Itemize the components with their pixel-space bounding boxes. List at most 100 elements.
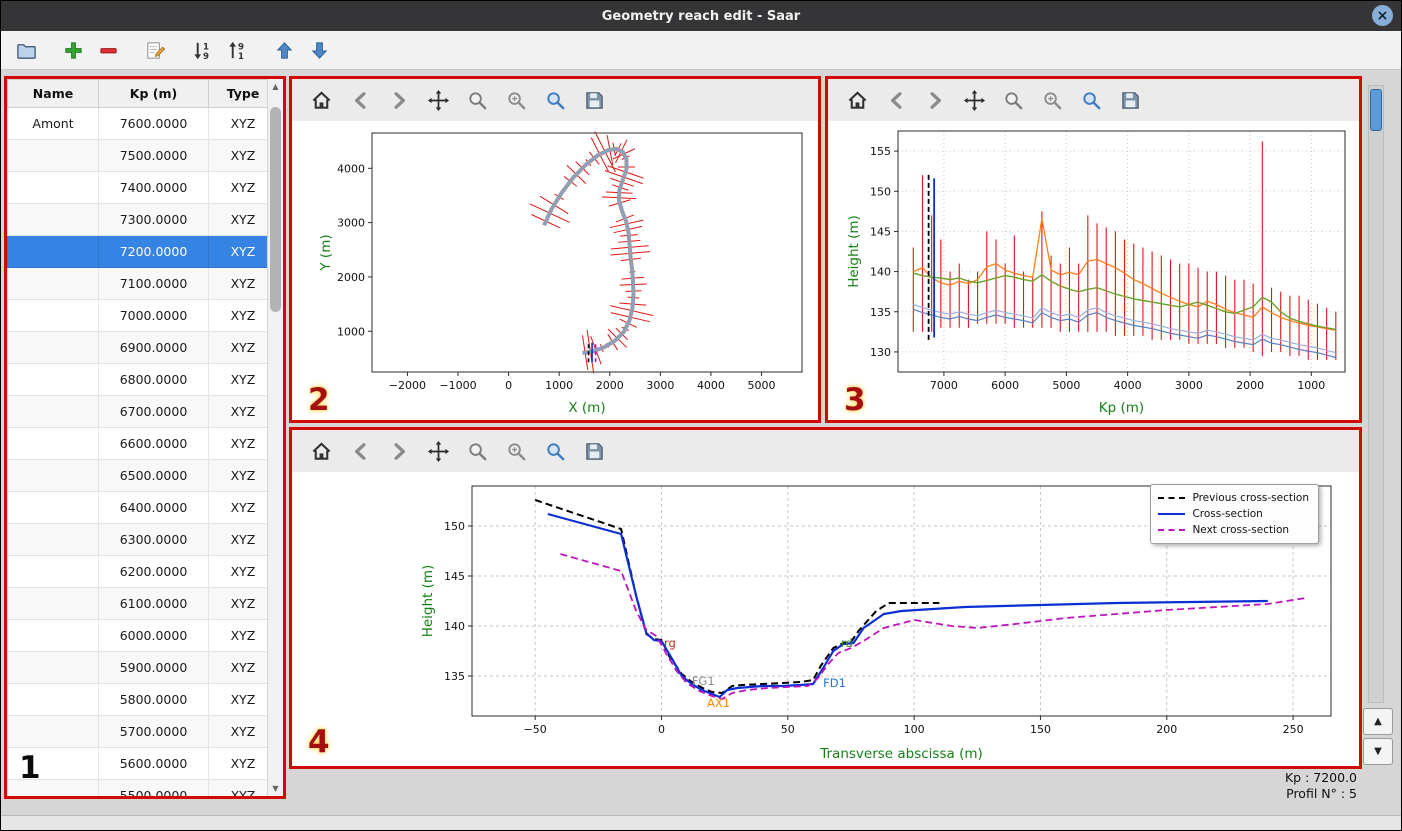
move-up-button[interactable] <box>269 35 299 65</box>
home-button[interactable] <box>844 87 871 114</box>
table-row[interactable]: Amont 7600.0000 XYZ <box>7 107 268 140</box>
svg-text:145: 145 <box>444 570 465 583</box>
svg-text:1: 1 <box>237 52 243 62</box>
save-button[interactable] <box>1117 87 1144 114</box>
home-button[interactable] <box>308 87 335 114</box>
save-button[interactable] <box>581 87 608 114</box>
forward-button[interactable] <box>386 87 413 114</box>
save-button[interactable] <box>581 438 608 465</box>
vertical-scrollbar[interactable] <box>1368 85 1384 703</box>
kp-cell: 7400.0000 <box>98 171 209 204</box>
table-row[interactable]: 6000.0000 XYZ <box>7 619 268 652</box>
back-button[interactable] <box>347 87 374 114</box>
name-cell <box>7 683 99 716</box>
table-row[interactable]: 5900.0000 XYZ <box>7 651 268 684</box>
subplots-button[interactable] <box>503 87 530 114</box>
name-cell <box>7 491 99 524</box>
panel-3-badge: 3 <box>844 382 866 418</box>
main-toolbar: 1991 <box>1 31 1401 70</box>
move-down-button[interactable] <box>304 35 334 65</box>
svg-text:0: 0 <box>505 379 512 392</box>
pan-button[interactable] <box>961 87 988 114</box>
customize-button[interactable] <box>1078 87 1105 114</box>
svg-text:−50: −50 <box>524 723 547 736</box>
zoom-button[interactable] <box>464 438 491 465</box>
table-row[interactable]: 6100.0000 XYZ <box>7 587 268 620</box>
app-window: Geometry reach edit - Saar × 1991 Name Kp… <box>0 0 1402 831</box>
table-row[interactable]: 5700.0000 XYZ <box>7 715 268 748</box>
subplots-button[interactable] <box>503 438 530 465</box>
profile-down-button[interactable]: ▼ <box>1363 738 1393 765</box>
svg-text:FD1: FD1 <box>823 676 846 690</box>
zoom-icon <box>469 442 487 460</box>
table-row[interactable]: 6800.0000 XYZ <box>7 363 268 396</box>
type-cell: XYZ <box>208 715 268 748</box>
customize-button[interactable] <box>542 438 569 465</box>
customize-button[interactable] <box>542 87 569 114</box>
type-cell: XYZ <box>208 683 268 716</box>
column-header-kp-m[interactable]: Kp (m) <box>98 79 209 108</box>
svg-text:150: 150 <box>870 185 891 198</box>
kp-cell: 5900.0000 <box>98 651 209 684</box>
zoom-button[interactable] <box>464 87 491 114</box>
table-row[interactable]: 7300.0000 XYZ <box>7 203 268 236</box>
table-row[interactable]: 6300.0000 XYZ <box>7 523 268 556</box>
home-button[interactable] <box>308 438 335 465</box>
svg-text:2000: 2000 <box>337 271 365 284</box>
open-file-button[interactable] <box>11 35 41 65</box>
pan-button[interactable] <box>425 87 452 114</box>
pan-button[interactable] <box>425 438 452 465</box>
kp-cell: 7000.0000 <box>98 299 209 332</box>
forward-button[interactable] <box>922 87 949 114</box>
zoom-button[interactable] <box>1000 87 1027 114</box>
back-button[interactable] <box>883 87 910 114</box>
add-cross-section-button[interactable] <box>58 35 88 65</box>
table-row[interactable]: 6400.0000 XYZ <box>7 491 268 524</box>
zoom-icon <box>1005 91 1023 109</box>
scroll-up-icon[interactable]: ▲ <box>268 82 283 91</box>
sort-descending-button[interactable]: 91 <box>222 35 252 65</box>
edit-cross-section-button[interactable] <box>140 35 170 65</box>
profil-number-label: Profil N° : 5 <box>1286 785 1357 801</box>
arrow-up-icon: ▲ <box>1374 716 1382 727</box>
scroll-down-icon[interactable]: ▼ <box>268 784 283 793</box>
svg-text:7000: 7000 <box>930 379 958 392</box>
table-row[interactable]: 6600.0000 XYZ <box>7 427 268 460</box>
table-row[interactable]: 6900.0000 XYZ <box>7 331 268 364</box>
subplots-button[interactable] <box>1039 87 1066 114</box>
remove-cross-section-button[interactable] <box>93 35 123 65</box>
table-scrollbar-thumb[interactable] <box>270 107 281 312</box>
table-row[interactable]: 7200.0000 XYZ <box>7 235 268 268</box>
kp-status-label: Kp : 7200.0 <box>1284 770 1357 785</box>
table-row[interactable]: 5800.0000 XYZ <box>7 683 268 716</box>
table-row[interactable]: 5600.0000 XYZ <box>7 747 268 780</box>
back-button[interactable] <box>347 438 374 465</box>
forward-button[interactable] <box>386 438 413 465</box>
profile-status: Kp : 7200.0 Profil N° : 5 <box>1151 770 1357 801</box>
table-row[interactable]: 5500.0000 XYZ <box>7 779 268 796</box>
table-row[interactable]: 7400.0000 XYZ <box>7 171 268 204</box>
longitudinal-profile-chart[interactable]: 7000 6000 5000 4000 3000 2000 1000 130 135 140 145… <box>828 121 1359 420</box>
vertical-scrollbar-thumb[interactable] <box>1370 89 1382 131</box>
plan-view-chart[interactable]: −2000 −1000 0 1000 2000 3000 4000 5000 1000 2000 3… <box>292 121 818 420</box>
cross-section-ticks <box>529 131 654 374</box>
close-button[interactable]: × <box>1372 5 1393 26</box>
table-row[interactable]: 7100.0000 XYZ <box>7 267 268 300</box>
column-header-name[interactable]: Name <box>7 79 99 108</box>
svg-text:1000: 1000 <box>337 325 365 338</box>
table-row[interactable]: 6700.0000 XYZ <box>7 395 268 428</box>
title-bar: Geometry reach edit - Saar × <box>1 1 1401 31</box>
table-row[interactable]: 6200.0000 XYZ <box>7 555 268 588</box>
name-cell <box>7 427 99 460</box>
table-row[interactable]: 6500.0000 XYZ <box>7 459 268 492</box>
kp-cell: 7600.0000 <box>98 107 209 140</box>
column-header-type[interactable]: Type <box>208 79 268 108</box>
name-cell <box>7 523 99 556</box>
profile-up-button[interactable]: ▲ <box>1363 708 1393 735</box>
table-scrollbar[interactable]: ▲ ▼ <box>267 79 283 796</box>
table-row[interactable]: 7500.0000 XYZ <box>7 139 268 172</box>
type-cell: XYZ <box>208 555 268 588</box>
table-row[interactable]: 7000.0000 XYZ <box>7 299 268 332</box>
sort-ascending-button[interactable]: 19 <box>187 35 217 65</box>
pan-icon <box>963 89 986 111</box>
